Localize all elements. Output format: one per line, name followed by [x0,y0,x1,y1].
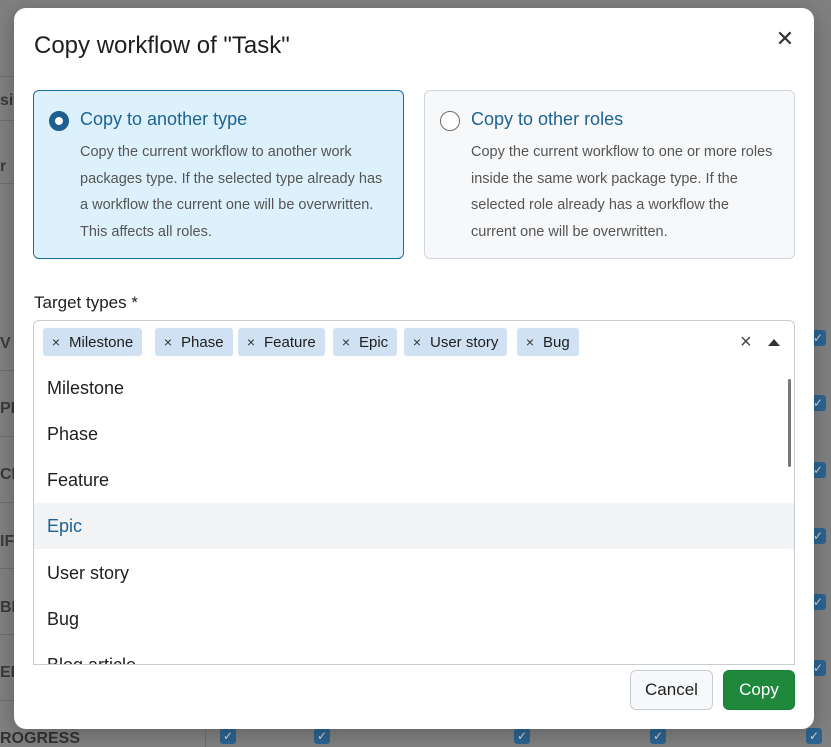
radio-unselected-icon[interactable] [440,111,460,131]
dropdown-item-blog-article[interactable]: Blog article [34,642,794,664]
bg-divider [0,183,14,184]
chip-remove-icon[interactable]: × [333,328,359,356]
chip-remove-icon[interactable]: × [238,328,264,356]
bg-row-label: sit [0,92,14,109]
chip-label: User story [430,334,499,351]
chip-remove-icon[interactable]: × [404,328,430,356]
bg-row-label: PI [0,400,14,417]
cancel-button[interactable]: Cancel [630,670,713,710]
bg-divider [0,634,14,635]
chip-label: Milestone [69,334,134,351]
option-description: Copy the current workflow to one or more… [471,144,773,240]
bg-checkbox-icon: ✓ [650,728,666,744]
option-title: Copy to other roles [471,109,624,129]
chip-bug: × Bug [517,328,579,356]
dropdown-item-phase[interactable]: Phase [34,411,794,457]
dropdown-scrollbar[interactable] [788,379,791,467]
bg-row-label: V [0,335,11,352]
dropdown-item-user-story[interactable]: User story [34,550,794,596]
chip-remove-icon[interactable]: × [155,328,181,356]
close-icon[interactable]: ✕ [774,28,796,50]
chip-phase: × Phase [155,328,233,356]
chevron-up-icon[interactable] [768,339,780,346]
chip-user-story: × User story [404,328,508,356]
bg-divider [0,502,14,503]
bg-divider [0,120,14,121]
chip-epic: × Epic [333,328,398,356]
bg-row-label: BE [0,599,14,616]
chip-remove-icon[interactable]: × [517,328,543,356]
dialog-title: Copy workflow of "Task" [34,32,290,59]
bg-checkbox-icon: ✓ [220,728,236,744]
target-types-dropdown: Milestone Phase Feature Epic User story … [33,363,795,665]
chip-label: Feature [264,334,316,351]
copy-button[interactable]: Copy [723,670,795,710]
bg-divider [0,76,14,77]
bg-checkbox-icon: ✓ [514,728,530,744]
dropdown-item-milestone[interactable]: Milestone [34,365,794,411]
bg-row-label: EI [0,664,14,681]
chip-feature: × Feature [238,328,325,356]
dropdown-item-bug[interactable]: Bug [34,596,794,642]
option-description: Copy the current workflow to another wor… [80,144,383,240]
dropdown-item-feature[interactable]: Feature [34,457,794,503]
bg-divider [0,370,14,371]
bg-row-label: IF [0,533,14,550]
chip-milestone: × Milestone [43,328,143,356]
option-copy-to-another-type[interactable]: Copy to another type Copy the current wo… [33,90,404,259]
bg-divider [0,436,14,437]
bg-divider [205,728,206,747]
bg-checkbox-icon: ✓ [806,728,822,744]
clear-all-icon[interactable]: × [740,332,752,352]
copy-workflow-dialog: Copy workflow of "Task" ✕ Copy to anothe… [14,8,814,729]
option-copy-to-other-roles[interactable]: Copy to other roles Copy the current wor… [424,90,795,259]
chip-label: Epic [359,334,389,351]
bg-row-label: r [0,158,7,175]
radio-selected-icon[interactable] [49,111,69,131]
bg-row-label: ROGRESS [0,730,81,747]
target-types-label: Target types * [34,293,138,312]
option-title: Copy to another type [80,109,248,129]
bg-checkbox-icon: ✓ [314,728,330,744]
target-types-select[interactable]: × Milestone × Phase × Feature × Epic × User s… [33,320,795,364]
bg-divider [0,568,14,569]
chip-remove-icon[interactable]: × [43,328,69,356]
bg-row-label: CI [0,466,14,483]
chip-label: Phase [181,334,224,351]
chip-label: Bug [543,334,570,351]
dropdown-item-epic[interactable]: Epic [34,503,794,549]
bg-divider [0,700,14,701]
